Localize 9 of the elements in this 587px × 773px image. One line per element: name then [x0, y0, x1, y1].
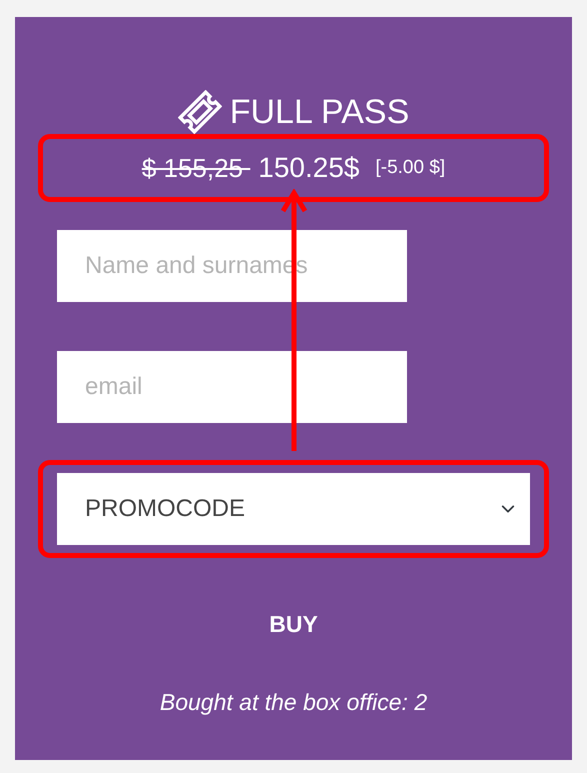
box-office-note: Bought at the box office: 2 [160, 688, 428, 714]
buy-button[interactable]: BUY [263, 606, 324, 642]
original-price: $ 155,25 [142, 152, 244, 184]
product-title: FULL PASS [230, 95, 410, 129]
discounted-price: 150.25$ [258, 151, 360, 185]
promocode-select[interactable]: PROMOCODE [57, 473, 530, 545]
discount-amount: [-5.00 $] [375, 156, 446, 180]
ticket-icon [178, 90, 222, 134]
text-field[interactable]: email [57, 351, 407, 423]
